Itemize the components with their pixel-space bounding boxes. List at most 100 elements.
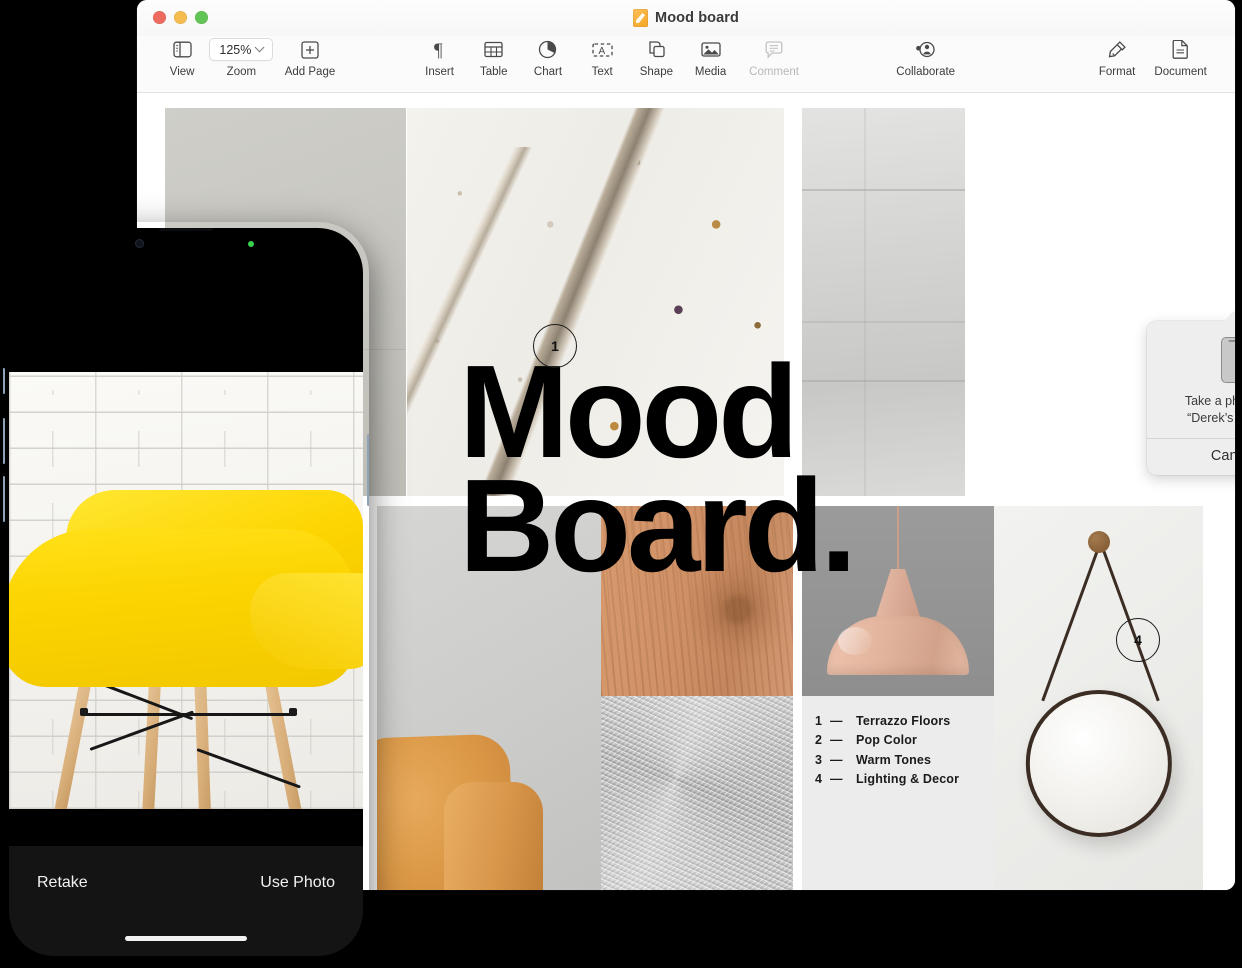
- document-icon: [1172, 38, 1189, 61]
- toolbar-media-button[interactable]: Media: [683, 36, 737, 78]
- image-tile-wood[interactable]: [601, 506, 793, 696]
- retake-button[interactable]: Retake: [37, 874, 88, 892]
- iphone-icon: [1220, 337, 1235, 383]
- window-title-text: Mood board: [655, 10, 739, 26]
- iphone-screen[interactable]: Retake Use Photo: [9, 228, 363, 956]
- toolbar-media-label: Media: [694, 66, 727, 78]
- chevron-down-icon: [254, 42, 265, 53]
- use-photo-button[interactable]: Use Photo: [260, 874, 335, 892]
- iphone-volume-down-button[interactable]: [3, 476, 5, 522]
- table-icon: [484, 38, 503, 61]
- home-indicator[interactable]: [125, 936, 247, 941]
- popover-message: Take a photo with “Derek’s iPhone”: [1157, 393, 1235, 426]
- svg-text:A: A: [598, 46, 605, 57]
- continuity-camera-popover: Take a photo with “Derek’s iPhone” Cance…: [1147, 311, 1235, 475]
- iphone-volume-up-button[interactable]: [3, 418, 5, 464]
- zoom-value: 125%: [219, 42, 252, 57]
- zoom-value-pill[interactable]: 125%: [209, 38, 274, 61]
- toolbar-chart-label: Chart: [533, 66, 563, 78]
- iphone-silent-switch[interactable]: [3, 368, 5, 394]
- toolbar-view-label: View: [169, 66, 195, 78]
- toolbar-comment-label: Comment: [749, 66, 800, 78]
- toolbar-chart-button[interactable]: Chart: [521, 36, 575, 78]
- legend-label: Warm Tones: [856, 752, 932, 767]
- legend-label: Terrazzo Floors: [856, 714, 951, 728]
- legend-number: 3: [815, 752, 823, 767]
- legend-row: 2 — Pop Color: [815, 731, 959, 750]
- toolbar-text-label: Text: [591, 66, 613, 78]
- toolbar-document-label: Document: [1154, 66, 1207, 78]
- legend-number: 4: [815, 772, 823, 787]
- toolbar-insert-label: Insert: [425, 66, 454, 78]
- toolbar-document-button[interactable]: Document: [1144, 36, 1217, 78]
- pilcrow-icon: ¶: [432, 38, 448, 61]
- camera-photo-preview: [9, 372, 363, 809]
- image-tile-fur[interactable]: [601, 696, 793, 890]
- toolbar-format-button[interactable]: Format: [1090, 36, 1144, 78]
- text-box-icon: A: [592, 38, 613, 61]
- toolbar-insert-button[interactable]: ¶ Insert: [412, 36, 466, 78]
- callout-badge-4[interactable]: 4: [1116, 618, 1160, 662]
- wood-knot: [670, 545, 786, 676]
- iphone-notch: [105, 228, 267, 258]
- image-tile-concrete-mid[interactable]: [802, 108, 965, 496]
- add-page-icon: [301, 38, 319, 61]
- legend-dash: —: [830, 752, 843, 767]
- lamp-cord: [897, 506, 899, 575]
- moodboard-legend-list: 1 — Terrazzo Floors 2 — Pop Color 3 — Wa…: [815, 712, 959, 790]
- image-tile-terrazzo[interactable]: [407, 108, 784, 496]
- toolbar-comment-button: Comment: [738, 36, 811, 78]
- window-title: Mood board: [137, 9, 1235, 27]
- toolbar-shape-label: Shape: [639, 66, 673, 78]
- legend-dash: —: [830, 733, 843, 748]
- chair-brace-node: [79, 708, 88, 717]
- legend-row: 3 — Warm Tones: [815, 751, 959, 770]
- legend-label: Pop Color: [856, 733, 918, 748]
- legend-row: 1 — Terrazzo Floors: [815, 712, 959, 731]
- toolbar-add-page-label: Add Page: [284, 66, 336, 78]
- sidebar-icon: [172, 38, 192, 61]
- toolbar-view-button[interactable]: View: [155, 36, 209, 78]
- toolbar-zoom-control[interactable]: 125% Zoom: [209, 36, 274, 78]
- legend-label: Lighting & Decor: [856, 772, 960, 787]
- toolbar-table-label: Table: [480, 66, 508, 78]
- legend-dash: —: [830, 714, 843, 728]
- toolbar-zoom-label: Zoom: [226, 66, 257, 78]
- toolbar-table-button[interactable]: Table: [467, 36, 521, 78]
- comment-icon: [765, 38, 783, 61]
- front-camera-icon: [135, 239, 144, 248]
- pages-document-icon: [633, 9, 649, 27]
- sofa-arm: [444, 782, 543, 890]
- screenshot-stage: Mood board View 125% Zoom Add Page ¶ Ins…: [0, 0, 1242, 968]
- toolbar-text-button[interactable]: A Text: [575, 36, 629, 78]
- zoom-popup-icon: 125%: [209, 38, 274, 61]
- toolbar-shape-button[interactable]: Shape: [629, 36, 683, 78]
- image-tile-hanging-mirror[interactable]: [994, 506, 1203, 890]
- callout-number: 1: [551, 338, 559, 354]
- cancel-button[interactable]: Cancel: [1147, 439, 1235, 475]
- chair-brace-node: [288, 708, 297, 717]
- mirror-strap-right: [1040, 541, 1102, 702]
- app-toolbar: View 125% Zoom Add Page ¶ Insert Table C…: [137, 36, 1235, 93]
- pie-chart-icon: [538, 38, 557, 61]
- fur-swirl: [601, 696, 793, 890]
- toolbar-collaborate-label: Collaborate: [896, 66, 956, 78]
- popover-body: Take a photo with “Derek’s iPhone”: [1147, 321, 1235, 438]
- callout-badge-1[interactable]: 1: [533, 324, 577, 368]
- legend-row: 4 — Lighting & Decor: [815, 770, 959, 789]
- svg-text:¶: ¶: [434, 40, 443, 59]
- media-image-icon: [700, 38, 721, 61]
- popover-message-line-2: “Derek’s iPhone”: [1187, 410, 1235, 425]
- mirror-glass: [1025, 690, 1172, 837]
- toolbar-collaborate-button[interactable]: Collaborate: [882, 36, 970, 78]
- chair-wire-brace: [83, 712, 296, 716]
- image-tile-pendant-lamp[interactable]: [802, 506, 994, 696]
- iphone-side-button[interactable]: [367, 434, 369, 506]
- legend-number: 1: [815, 714, 823, 728]
- image-tile-plaster-sofa[interactable]: [377, 506, 601, 890]
- iphone-device: Retake Use Photo: [3, 222, 369, 962]
- callout-number: 4: [1134, 632, 1142, 648]
- window-titlebar: Mood board: [137, 0, 1235, 36]
- toolbar-add-page-button[interactable]: Add Page: [274, 36, 347, 78]
- popover-message-line-1: Take a photo with: [1184, 394, 1235, 408]
